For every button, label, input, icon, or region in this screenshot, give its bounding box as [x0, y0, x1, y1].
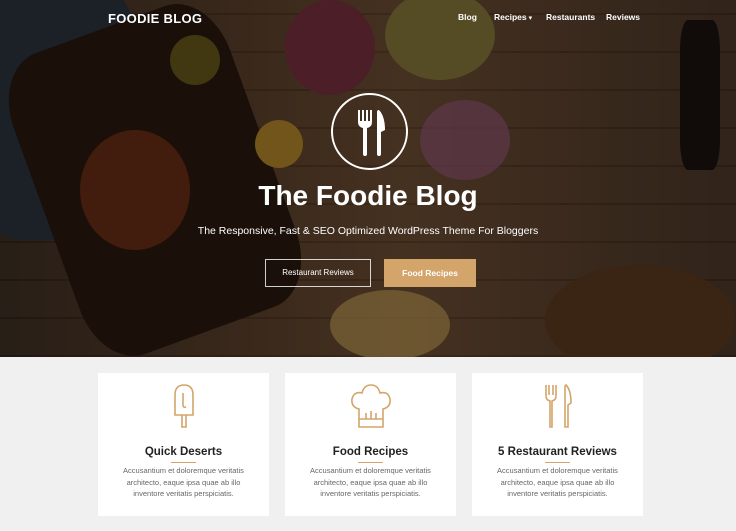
feature-card-recipes[interactable]: Food Recipes Accusantium et doloremque v… [285, 373, 456, 516]
nav-item-blog[interactable]: Blog [458, 12, 477, 22]
feature-card-deserts[interactable]: Quick Deserts Accusantium et doloremque … [98, 373, 269, 516]
card-text: Accusantium et doloremque veritatis arch… [497, 466, 618, 498]
nav-item-reviews[interactable]: Reviews [606, 12, 640, 22]
chef-hat-icon [285, 383, 456, 433]
feature-card-reviews[interactable]: 5 Restaurant Reviews Accusantium et dolo… [472, 373, 643, 516]
card-title: Quick Deserts [144, 446, 223, 458]
food-recipes-button[interactable]: Food Recipes [384, 259, 476, 287]
card-title: 5 Restaurant Reviews [498, 446, 617, 458]
restaurant-reviews-button[interactable]: Restaurant Reviews [265, 259, 371, 287]
nav-item-recipes-label: Recipes [494, 12, 527, 22]
card-title: Food Recipes [332, 446, 409, 458]
popsicle-icon [98, 383, 269, 433]
main-nav: Blog Recipes ▾ Restaurants Reviews [0, 12, 736, 28]
card-divider [545, 462, 570, 463]
hero-subtitle: The Responsive, Fast & SEO Optimized Wor… [197, 225, 539, 237]
card-divider [171, 462, 196, 463]
card-divider [358, 462, 383, 463]
fork-knife-logo-icon [331, 93, 408, 170]
card-text: Accusantium et doloremque veritatis arch… [310, 466, 431, 498]
hero-section: FOODIE BLOG Blog Recipes ▾ Restaurants Re… [0, 0, 736, 357]
fork-knife-icon [472, 383, 643, 433]
card-text: Accusantium et doloremque veritatis arch… [123, 466, 244, 498]
chevron-down-icon: ▾ [528, 15, 533, 22]
hero-title: The Foodie Blog [258, 180, 478, 211]
hero-overlay [0, 0, 736, 357]
nav-item-restaurants[interactable]: Restaurants [546, 12, 595, 22]
nav-item-recipes[interactable]: Recipes ▾ [494, 12, 532, 22]
